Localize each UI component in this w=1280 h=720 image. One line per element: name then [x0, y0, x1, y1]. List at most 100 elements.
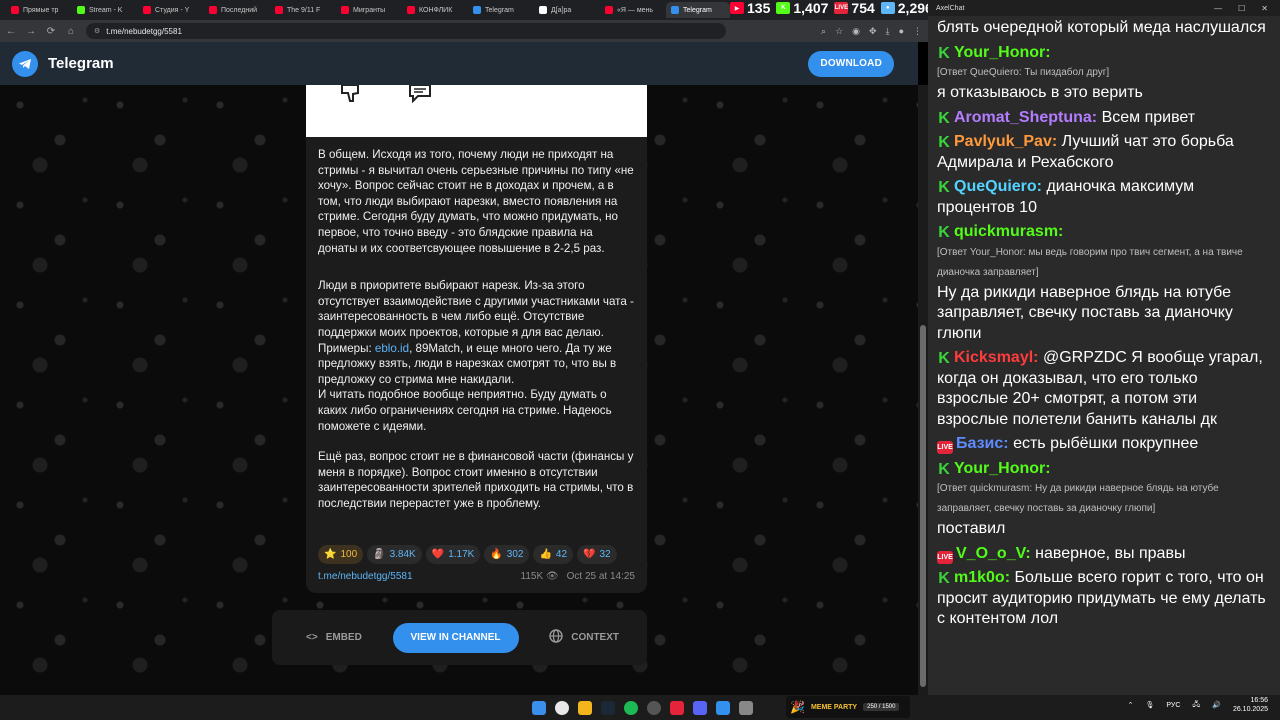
kick-badge-icon: K: [938, 44, 950, 62]
browser-tab[interactable]: Telegram: [666, 2, 730, 18]
network-icon[interactable]: 🖧: [1192, 700, 1200, 711]
chat-username[interactable]: quickmurasm:: [954, 223, 1063, 240]
microphone-icon[interactable]: 🎙: [1146, 701, 1155, 709]
chat-text: есть рыбёшки покрупнее: [1013, 435, 1199, 452]
close-icon[interactable]: ✕: [1261, 4, 1268, 13]
chat-username[interactable]: Базис:: [956, 435, 1009, 452]
context-button[interactable]: CONTEXT: [549, 629, 619, 646]
kick-badge-icon: K: [938, 224, 950, 241]
chat-reply-quote: [Ответ QueQuiero: Ты пиздабол друг]: [937, 67, 1110, 78]
chat-username[interactable]: Kicksmayl:: [954, 349, 1039, 366]
reaction-button[interactable]: ❤️ 1.17K: [425, 545, 481, 564]
vk-live-badge-icon: LIVE: [937, 550, 953, 564]
steam-icon[interactable]: [601, 700, 615, 715]
address-input[interactable]: ⚙ t.me/nebudetgg/5581: [86, 23, 726, 39]
reload-icon[interactable]: ⟳: [46, 26, 56, 37]
reaction-button[interactable]: 💔 32: [577, 545, 617, 564]
tab-favicon-icon: [143, 6, 151, 14]
browser-tab[interactable]: Stream - K: [72, 2, 136, 18]
chat-message: K Aromat_Sheptuna: Всем привет: [928, 106, 1280, 131]
zoom-icon[interactable]: ⌕: [821, 26, 826, 37]
back-icon[interactable]: ←: [6, 26, 16, 37]
viewers-icon: ●: [880, 2, 895, 14]
chat-username[interactable]: QueQuiero:: [954, 178, 1042, 195]
post-bubble: В общем. Исходя из того, почему люди не …: [306, 137, 647, 593]
clock[interactable]: 16:56 26.10.2025: [1233, 696, 1268, 714]
download-button[interactable]: DOWNLOAD: [808, 50, 894, 77]
reaction-count: 32: [599, 548, 611, 560]
chat-username[interactable]: Pavlyuk_Pav:: [954, 133, 1057, 150]
language-indicator[interactable]: РУС: [1166, 702, 1180, 709]
eye-icon: 👁: [545, 571, 559, 582]
chat-message: блять очередной который меда наслушался: [928, 16, 1280, 41]
minimize-icon[interactable]: —: [1214, 4, 1222, 13]
stat-counter: ● 2,296: [880, 0, 933, 16]
reaction-button[interactable]: 🗿 3.84K: [367, 545, 422, 564]
tray-arrow-icon[interactable]: ⌃: [1128, 701, 1134, 709]
profile-icon[interactable]: ●: [899, 26, 904, 37]
volume-icon[interactable]: 🔊: [1212, 701, 1221, 709]
chat-message: K Kicksmayl: @GRPZDC Я вообще угарал, ког…: [928, 346, 1280, 432]
extension-icon[interactable]: ◉: [852, 26, 860, 37]
reaction-button[interactable]: 👍 42: [533, 545, 574, 564]
browser-tab[interactable]: Telegram: [468, 2, 532, 18]
chat-window-titlebar: AxelChat — ☐ ✕: [928, 0, 1280, 16]
dislike-icon: [341, 85, 359, 102]
browser-tab[interactable]: The 9/11 F: [270, 2, 334, 18]
views-count: 115K 👁: [520, 571, 559, 582]
spotify-icon[interactable]: [624, 700, 638, 715]
chrome-icon[interactable]: [555, 700, 569, 715]
app-icon-red[interactable]: [670, 700, 684, 715]
chat-username[interactable]: Your_Honor:: [954, 44, 1051, 61]
kick-badge-icon: K: [938, 350, 950, 367]
reaction-count: 3.84K: [389, 548, 416, 560]
browser-tab[interactable]: Мигранты: [336, 2, 400, 18]
tab-favicon-icon: [209, 6, 217, 14]
chat-username[interactable]: Your_Honor:: [954, 460, 1051, 477]
extensions-puzzle-icon[interactable]: ✥: [869, 26, 877, 37]
browser-tab[interactable]: Последний: [204, 2, 268, 18]
meme-party-icon: 🎉: [790, 700, 805, 714]
kick-badge-icon: K: [938, 109, 950, 127]
stat-value: 135: [747, 0, 771, 16]
chat-username[interactable]: V_O_o_V:: [956, 545, 1031, 562]
tab-favicon-icon: [605, 6, 613, 14]
download-icon[interactable]: ⤓: [886, 26, 890, 37]
kick-badge-icon: K: [938, 460, 950, 478]
page-scrollbar-thumb[interactable]: [920, 325, 926, 687]
embed-button[interactable]: <> EMBED: [306, 632, 362, 643]
telegram-title[interactable]: Telegram: [48, 55, 114, 72]
folder-icon[interactable]: [578, 700, 592, 715]
menu-icon[interactable]: ⋮: [913, 26, 922, 37]
reaction-button[interactable]: ⭐ 100: [318, 545, 364, 564]
broken-heart-icon: 💔: [583, 548, 596, 560]
reaction-button[interactable]: 🔥 302: [484, 545, 530, 564]
telegram-taskbar-icon[interactable]: [716, 700, 730, 715]
browser-tab[interactable]: Прямые тр: [6, 2, 70, 18]
obs-icon[interactable]: [647, 700, 661, 715]
chat-username[interactable]: Aromat_Sheptuna:: [954, 109, 1097, 126]
chat-window-title: AxelChat: [936, 4, 965, 12]
browser-tab[interactable]: «Я — мень: [600, 2, 664, 18]
site-info-icon[interactable]: ⚙: [94, 27, 100, 35]
moai-icon: 🗿: [373, 548, 386, 560]
browser-tab[interactable]: КОНФЛИК: [402, 2, 466, 18]
chat-username[interactable]: m1k0o:: [954, 569, 1010, 586]
forward-icon[interactable]: →: [26, 26, 36, 37]
telegram-logo-icon[interactable]: [12, 50, 38, 77]
reaction-count: 302: [506, 548, 524, 560]
browser-tab[interactable]: Студия - Y: [138, 2, 202, 18]
tab-favicon-icon: [11, 6, 19, 14]
home-icon[interactable]: ⌂: [66, 26, 76, 37]
windows-start-icon[interactable]: [532, 700, 546, 715]
context-label: CONTEXT: [571, 632, 619, 643]
discord-icon[interactable]: [693, 700, 707, 715]
app-icon-gray[interactable]: [739, 700, 753, 715]
bookmark-star-icon[interactable]: ☆: [835, 26, 843, 37]
post-image[interactable]: [306, 85, 647, 137]
browser-tab[interactable]: Д[а]ра: [534, 2, 598, 18]
view-in-channel-button[interactable]: VIEW IN CHANNEL: [392, 622, 519, 653]
eblo-id-link[interactable]: eblo.id: [375, 342, 409, 355]
post-link[interactable]: t.me/nebudetgg/5581: [318, 569, 413, 585]
maximize-icon[interactable]: ☐: [1238, 4, 1245, 13]
